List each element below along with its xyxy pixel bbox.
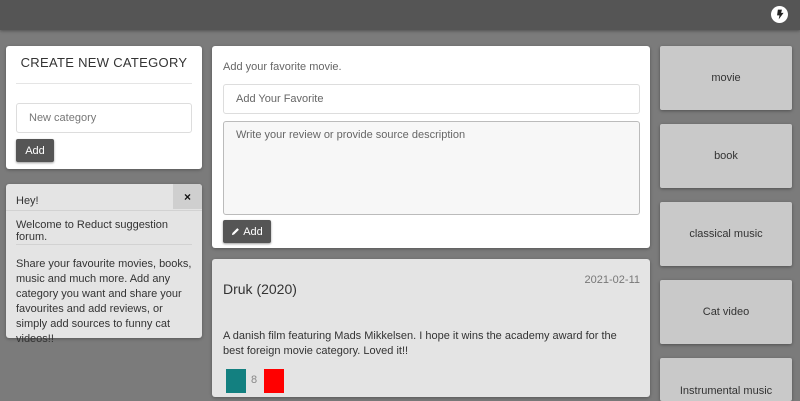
category-tile-cat-video[interactable]: Cat video [660,280,792,344]
divider [16,83,192,84]
downvote-button[interactable] [264,369,284,393]
post-date: 2021-02-11 [584,274,640,286]
divider [6,210,202,211]
add-favorite-card: Add your favorite movie. Add [212,46,650,248]
category-tile-movie[interactable]: movie [660,46,792,110]
logout-button[interactable] [771,6,788,23]
welcome-line: Welcome to Reduct suggestion forum. [16,219,169,243]
welcome-card: Hey! × Welcome to Reduct suggestion foru… [6,184,202,345]
category-tile-classical-music[interactable]: classical music [660,202,792,266]
divider [16,244,192,245]
post-title: Druk (2020) [223,281,297,297]
vote-count: 8 [251,374,258,386]
new-category-input[interactable] [16,103,192,133]
top-navbar [0,0,800,30]
add-favorite-label: Add [243,225,263,238]
add-category-button[interactable]: Add [16,139,54,162]
review-textarea[interactable] [223,121,640,215]
close-button[interactable]: × [173,184,202,209]
upvote-button[interactable] [226,369,246,393]
add-favorite-button[interactable]: Add [223,220,271,243]
create-category-card: CREATE NEW CATEGORY Add [6,46,202,169]
pencil-icon [232,228,240,236]
category-tile-book[interactable]: book [660,124,792,188]
welcome-title: Hey! [16,195,39,207]
favorite-title-input[interactable] [223,84,640,114]
post-card: 2021-02-11 Druk (2020) A danish film fea… [212,259,650,397]
category-tile-instrumental-music[interactable]: Instrumental music [660,358,792,401]
welcome-body: Share your favourite movies, books, musi… [16,258,192,345]
post-body: A danish film featuring Mads Mikkelsen. … [223,330,617,357]
logout-icon [777,9,784,20]
favorite-prompt: Add your favorite movie. [223,61,342,73]
create-category-title: CREATE NEW CATEGORY [20,55,188,70]
